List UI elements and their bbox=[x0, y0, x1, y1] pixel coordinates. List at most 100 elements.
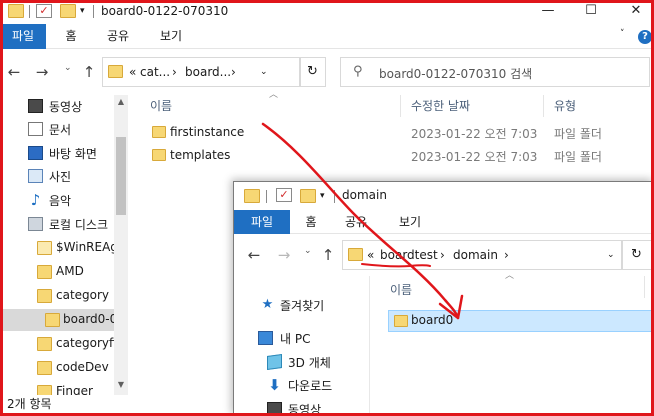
address-overflow[interactable]: « bbox=[367, 248, 374, 262]
sidebar-item-label: 내 PC bbox=[280, 332, 311, 346]
sidebar-item-documents[interactable]: 문서 bbox=[0, 118, 114, 140]
disk-icon bbox=[28, 217, 43, 231]
file-row[interactable]: templates 2023-01-22 오전 7:03 파일 폴더 bbox=[150, 146, 630, 168]
sidebar-item-label: 동영상 bbox=[49, 100, 83, 114]
tab-file[interactable]: 파일 bbox=[234, 210, 290, 234]
up-arrow-icon[interactable]: ↑ bbox=[318, 245, 338, 265]
sidebar-item-label: 로컬 디스크 bbox=[49, 218, 109, 232]
sidebar-item-folder[interactable]: categoryfir bbox=[0, 333, 114, 355]
file-type: 파일 폴더 bbox=[554, 150, 602, 164]
help-icon[interactable]: ? bbox=[638, 30, 652, 44]
back-arrow-icon[interactable]: ← bbox=[244, 245, 264, 265]
address-dropdown-icon[interactable]: ⌄ bbox=[260, 67, 268, 77]
ribbon-collapse-chevron-icon[interactable]: ˅ bbox=[620, 29, 625, 39]
sidebar-item-folder[interactable]: $WinREAg bbox=[0, 237, 114, 259]
column-header-date-modified[interactable]: 수정한 날짜 bbox=[411, 97, 470, 114]
divider bbox=[334, 190, 335, 203]
breadcrumb-domain[interactable]: domain bbox=[453, 248, 498, 262]
tab-share[interactable]: 공유 bbox=[98, 24, 138, 49]
new-folder-icon[interactable] bbox=[60, 4, 76, 18]
search-box[interactable]: ⚲ board0-0122-070310 검색 bbox=[340, 57, 650, 87]
sidebar-item-label: 다운로드 bbox=[288, 379, 333, 393]
sidebar-item-label: 동영상 bbox=[288, 403, 322, 416]
sidebar-item-label: Finger bbox=[56, 384, 93, 395]
sidebar-item-label: 사진 bbox=[49, 170, 72, 184]
refresh-icon: ↻ bbox=[631, 247, 642, 262]
folder-icon bbox=[37, 265, 52, 279]
breadcrumb-board[interactable]: board... bbox=[185, 65, 231, 79]
folder-icon bbox=[244, 189, 260, 203]
sort-indicator-icon: ︿ bbox=[505, 271, 515, 281]
folder-icon bbox=[8, 4, 24, 18]
recent-locations-chevron-icon[interactable]: ⌄ bbox=[64, 63, 72, 73]
sidebar-item-label: $WinREAg bbox=[56, 240, 114, 254]
folder-icon bbox=[348, 248, 363, 261]
sidebar-item-videos[interactable]: 동영상 bbox=[0, 95, 114, 117]
sidebar-item-label: codeDev bbox=[56, 360, 109, 374]
properties-check-icon[interactable]: ✓ bbox=[276, 188, 292, 202]
maximize-button[interactable]: ☐ bbox=[582, 2, 600, 20]
sidebar-item-folder[interactable]: codeDev bbox=[0, 357, 114, 379]
address-dropdown-icon[interactable]: ⌄ bbox=[607, 250, 615, 260]
close-button[interactable]: ✕ bbox=[627, 2, 645, 20]
scrollbar-thumb[interactable] bbox=[116, 137, 126, 215]
sidebar-item-downloads[interactable]: ⬇ 다운로드 bbox=[234, 374, 368, 396]
file-row-selected[interactable]: board0 bbox=[388, 310, 654, 332]
up-arrow-icon[interactable]: ↑ bbox=[79, 62, 99, 82]
address-bar[interactable]: « cat... › board... › ⌄ bbox=[102, 57, 300, 87]
breadcrumb-separator: › bbox=[440, 248, 445, 262]
window-title: domain bbox=[342, 188, 387, 202]
folder-icon bbox=[37, 289, 52, 303]
sidebar-item-folder[interactable]: AMD bbox=[0, 261, 114, 283]
column-header-name[interactable]: 이름 bbox=[390, 281, 412, 298]
scroll-up-arrow-icon[interactable]: ▲ bbox=[114, 97, 128, 106]
sidebar-item-label: 바탕 화면 bbox=[49, 147, 97, 161]
minimize-button[interactable]: — bbox=[539, 2, 557, 20]
quick-access-star-icon: ★ bbox=[261, 297, 274, 312]
quick-access-dropdown-icon[interactable]: ▾ bbox=[320, 191, 325, 201]
tab-view[interactable]: 보기 bbox=[151, 24, 191, 49]
refresh-button[interactable]: ↻ bbox=[300, 57, 326, 87]
ribbon-tabs: 파일 홈 공유 보기 bbox=[234, 210, 654, 234]
sidebar-item-music[interactable]: ♪ 음악 bbox=[0, 189, 114, 211]
back-arrow-icon[interactable]: ← bbox=[4, 62, 24, 82]
breadcrumb-boardtest[interactable]: boardtest bbox=[380, 248, 438, 262]
tab-share[interactable]: 공유 bbox=[336, 210, 376, 234]
scroll-down-arrow-icon[interactable]: ▼ bbox=[114, 380, 128, 389]
sidebar-item-folder[interactable]: category bbox=[0, 285, 114, 307]
sidebar-item-desktop[interactable]: 바탕 화면 bbox=[0, 142, 114, 164]
tab-home[interactable]: 홈 bbox=[56, 24, 86, 49]
breadcrumb-category[interactable]: cat... bbox=[140, 65, 170, 79]
sidebar-item-local-disk[interactable]: 로컬 디스크 bbox=[0, 213, 114, 235]
address-overflow[interactable]: « bbox=[129, 65, 136, 79]
sidebar-item-folder[interactable]: Finger bbox=[0, 381, 114, 395]
refresh-button[interactable]: ↻ bbox=[622, 240, 654, 270]
tab-home[interactable]: 홈 bbox=[296, 210, 326, 234]
column-header-name[interactable]: 이름 bbox=[150, 97, 172, 114]
properties-check-icon[interactable]: ✓ bbox=[36, 4, 52, 18]
document-icon bbox=[28, 122, 43, 136]
video-icon bbox=[28, 99, 43, 113]
sidebar-item-3d-objects[interactable]: 3D 개체 bbox=[234, 351, 368, 373]
sidebar-item-this-pc[interactable]: 내 PC bbox=[234, 327, 368, 349]
recent-locations-chevron-icon[interactable]: ⌄ bbox=[304, 246, 312, 256]
new-folder-icon[interactable] bbox=[300, 189, 316, 203]
forward-arrow-icon[interactable]: → bbox=[274, 245, 294, 265]
folder-icon bbox=[394, 315, 408, 327]
breadcrumb-separator: › bbox=[504, 248, 509, 262]
file-row[interactable]: firstinstance 2023-01-22 오전 7:03 파일 폴더 bbox=[150, 123, 630, 145]
sidebar-item-label: 음악 bbox=[49, 194, 72, 208]
forward-arrow-icon[interactable]: → bbox=[32, 62, 52, 82]
column-header-type[interactable]: 유형 bbox=[554, 97, 576, 114]
title-bar: ✓ ▾ domain bbox=[234, 182, 654, 210]
sidebar-item-selected-folder[interactable]: board0-0 bbox=[0, 309, 114, 331]
address-bar[interactable]: « boardtest › domain › ⌄ bbox=[342, 240, 622, 270]
tab-file[interactable]: 파일 bbox=[0, 24, 46, 49]
sidebar-item-pictures[interactable]: 사진 bbox=[0, 165, 114, 187]
sidebar-item-videos[interactable]: 동영상 bbox=[234, 398, 368, 416]
navigation-pane-scrollbar[interactable]: ▲ ▼ bbox=[114, 95, 128, 395]
divider bbox=[29, 5, 30, 18]
sidebar-item-quick-access[interactable]: ★ 즐겨찾기 bbox=[234, 294, 368, 316]
tab-view[interactable]: 보기 bbox=[390, 210, 430, 234]
quick-access-dropdown-icon[interactable]: ▾ bbox=[80, 6, 85, 16]
